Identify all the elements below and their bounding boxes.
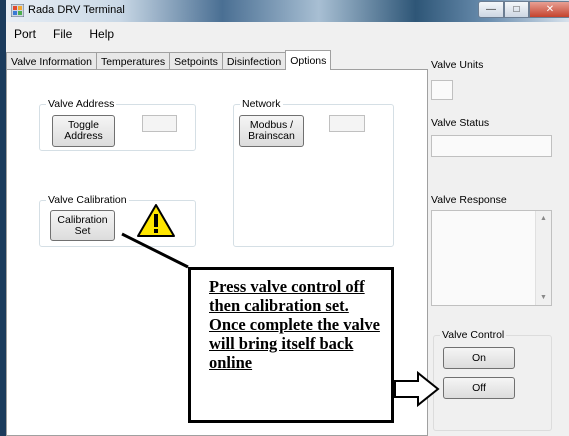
app-window: Rada DRV Terminal — □ ✕ Port File Help V… — [0, 0, 569, 436]
tab-options[interactable]: Options — [285, 50, 332, 70]
arrow-right-icon — [394, 370, 440, 408]
callout-pointer-line — [121, 232, 189, 269]
